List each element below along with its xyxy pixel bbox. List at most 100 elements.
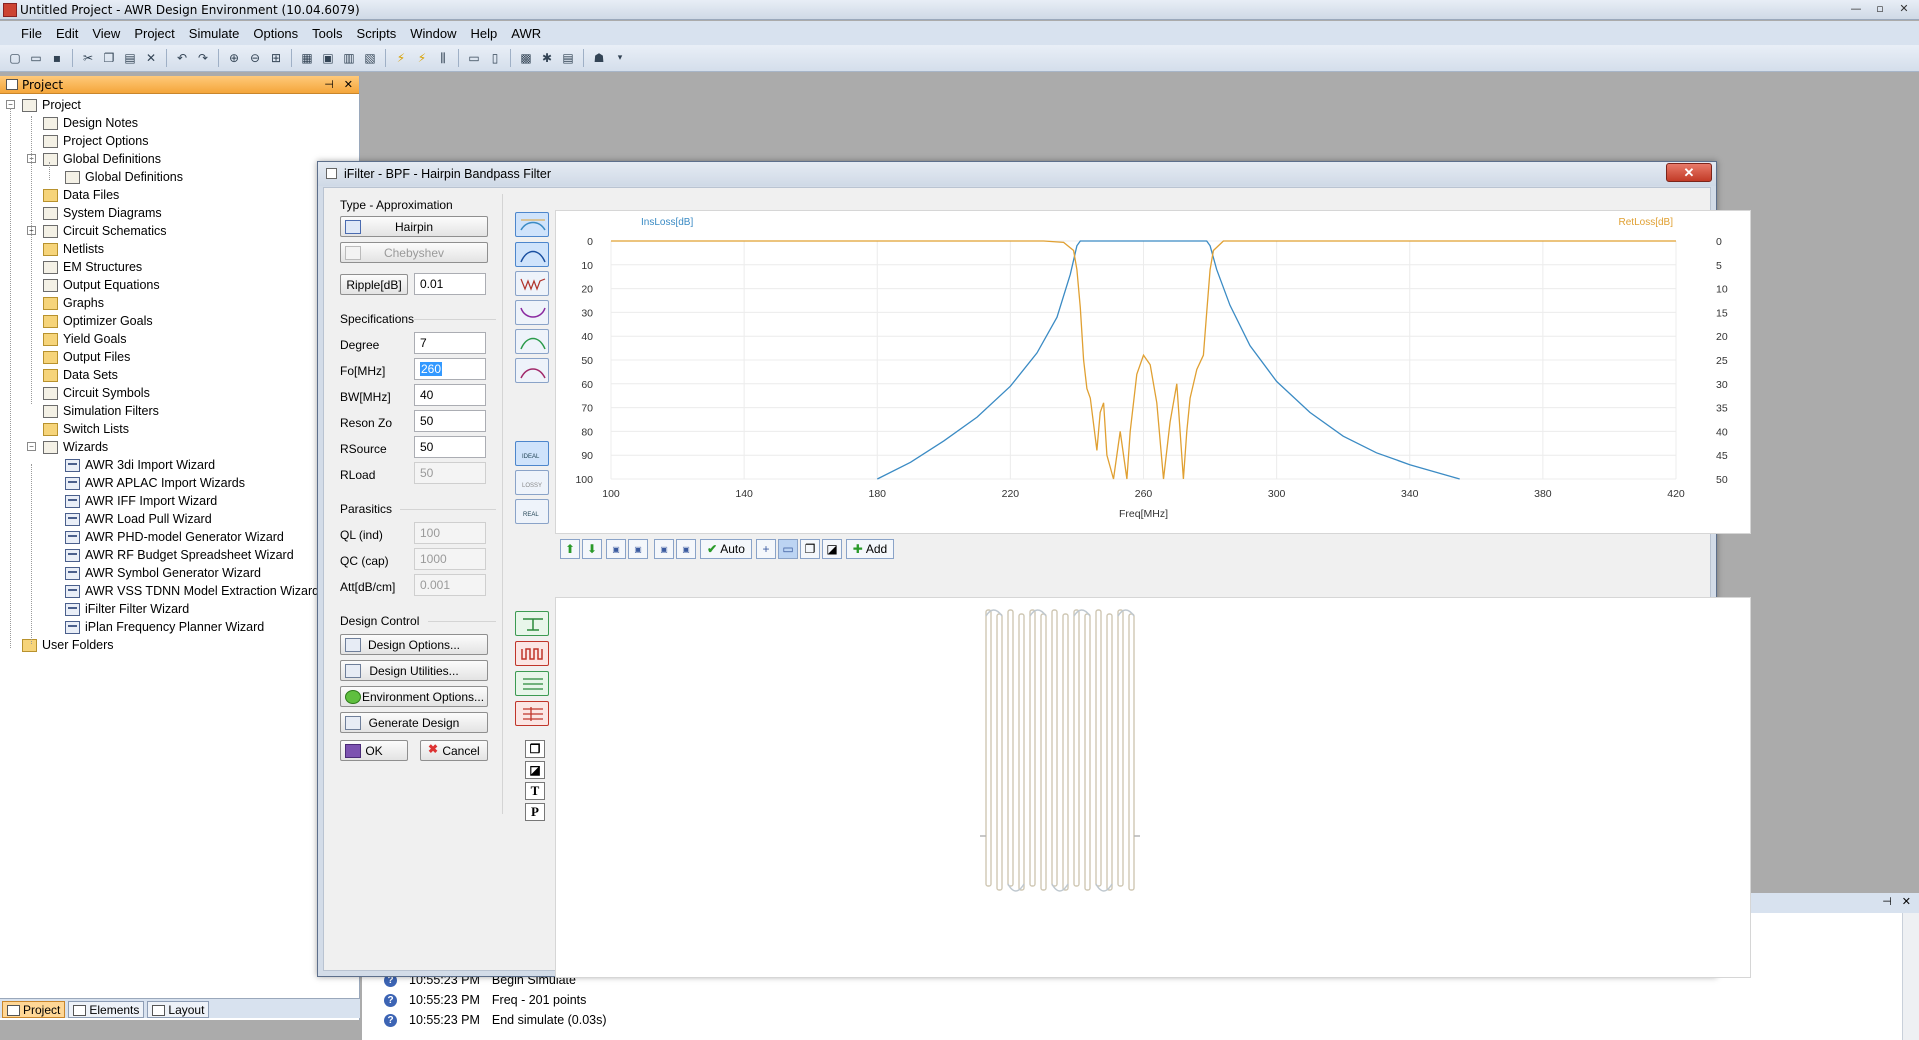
tree-item[interactable]: Global Definitions <box>65 168 183 186</box>
tab-layout[interactable]: Layout <box>147 1001 210 1018</box>
add-schematic-icon[interactable]: ▦ <box>298 49 316 67</box>
insertion-loss-tool[interactable] <box>515 242 549 267</box>
tune-icon[interactable]: ⚡ <box>413 49 431 67</box>
vector-icon[interactable]: ▯ <box>486 49 504 67</box>
simulate-icon[interactable]: ⚡ <box>392 49 410 67</box>
copy-icon[interactable]: ❐ <box>100 49 118 67</box>
smith-tool[interactable] <box>515 358 549 383</box>
phase-button[interactable]: ▣ <box>654 539 674 559</box>
save-icon[interactable]: ▪ <box>48 49 66 67</box>
report-tool[interactable] <box>515 701 549 726</box>
real-model-tool[interactable]: REAL <box>515 499 549 524</box>
auto-scale-button[interactable]: ✔ Auto <box>700 539 752 559</box>
layout-view-icon[interactable]: ▭ <box>465 49 483 67</box>
add-em-icon[interactable]: ▥ <box>340 49 358 67</box>
tree-item[interactable]: AWR APLAC Import Wizards <box>65 474 245 492</box>
tree-item[interactable]: iPlan Frequency Planner Wizard <box>65 618 264 636</box>
add-button[interactable]: ✚ Add <box>846 539 894 559</box>
menu-window[interactable]: Window <box>403 24 463 43</box>
zoom-in-icon[interactable]: ⊕ <box>225 49 243 67</box>
s21-button[interactable]: ▣ <box>628 539 648 559</box>
delete-icon[interactable]: ✕ <box>142 49 160 67</box>
tuner-icon[interactable]: ⫼ <box>434 49 452 67</box>
menu-help[interactable]: Help <box>464 24 505 43</box>
yield-icon[interactable]: ✱ <box>538 49 556 67</box>
zoom-out-icon[interactable]: ⊖ <box>246 49 264 67</box>
tree-item[interactable]: User Folders <box>22 636 114 654</box>
group-delay-tool[interactable] <box>515 300 549 325</box>
tree-item[interactable]: AWR IFF Import Wizard <box>65 492 217 510</box>
open-folder-icon[interactable]: ▭ <box>27 49 45 67</box>
tree-item[interactable]: Wizards <box>43 438 108 456</box>
s11-button[interactable]: ▣ <box>606 539 626 559</box>
menu-edit[interactable]: Edit <box>49 24 85 43</box>
pin-icon[interactable]: ⊣ <box>324 76 334 94</box>
tree-item[interactable]: EM Structures <box>43 258 142 276</box>
variables-icon[interactable]: ▤ <box>559 49 577 67</box>
tree-item[interactable]: Design Notes <box>43 114 138 132</box>
add-system-icon[interactable]: ▣ <box>319 49 337 67</box>
menu-project[interactable]: Project <box>127 24 181 43</box>
log-scrollbar[interactable] <box>1902 913 1919 1040</box>
ideal-model-tool[interactable]: IDEAL <box>515 441 549 466</box>
zoom-box-button[interactable]: ▭ <box>778 539 798 559</box>
menu-tools[interactable]: Tools <box>305 24 349 43</box>
dialog-close-button[interactable]: ✕ <box>1666 163 1712 182</box>
cut-icon[interactable]: ✂ <box>79 49 97 67</box>
tree-item[interactable]: Simulation Filters <box>43 402 159 420</box>
tree-item[interactable]: AWR PHD-model Generator Wizard <box>65 528 284 546</box>
minimize-button[interactable]: — <box>1845 1 1867 18</box>
new-file-icon[interactable]: ▢ <box>6 49 24 67</box>
log-pin-icon[interactable]: ⊣ <box>1882 895 1892 908</box>
layout-options-button[interactable]: ◪ <box>525 761 545 779</box>
tab-elements[interactable]: Elements <box>68 1001 145 1018</box>
tree-item[interactable]: Output Files <box>43 348 130 366</box>
close-icon[interactable]: ✕ <box>344 76 353 94</box>
tree-item[interactable]: Global Definitions <box>43 150 161 168</box>
tree-item[interactable]: Yield Goals <box>43 330 126 348</box>
tree-item[interactable]: Circuit Schematics <box>43 222 167 240</box>
param-tool-button[interactable]: P <box>525 803 545 821</box>
menu-view[interactable]: View <box>85 24 127 43</box>
tree-item[interactable]: AWR Symbol Generator Wizard <box>65 564 261 582</box>
tree-item[interactable]: AWR 3di Import Wizard <box>65 456 215 474</box>
tree-item[interactable]: Switch Lists <box>43 420 129 438</box>
restore-button[interactable]: ▫ <box>1869 1 1891 18</box>
text-tool-button[interactable]: T <box>525 782 545 800</box>
redo-icon[interactable]: ↷ <box>194 49 212 67</box>
tree-item[interactable]: Project <box>22 96 81 114</box>
tree-item[interactable]: Data Files <box>43 186 119 204</box>
marker-down-button[interactable]: ⬇ <box>582 539 602 559</box>
tree-item[interactable]: Circuit Symbols <box>43 384 150 402</box>
tree-item[interactable]: iFilter Filter Wizard <box>65 600 189 618</box>
undo-icon[interactable]: ↶ <box>173 49 191 67</box>
menu-awr[interactable]: AWR <box>504 24 548 43</box>
menu-simulate[interactable]: Simulate <box>182 24 247 43</box>
log-close-icon[interactable]: ✕ <box>1902 895 1911 908</box>
zoom-fit-icon[interactable]: ⊞ <box>267 49 285 67</box>
optimizer-icon[interactable]: ▩ <box>517 49 535 67</box>
menu-options[interactable]: Options <box>246 24 305 43</box>
copy-chart-button[interactable]: ❐ <box>800 539 820 559</box>
tree-item[interactable]: AWR RF Budget Spreadsheet Wizard <box>65 546 294 564</box>
schematic-tool[interactable] <box>515 611 549 636</box>
paste-icon[interactable]: ▤ <box>121 49 139 67</box>
response-overview-tool[interactable] <box>515 212 549 237</box>
tree-item[interactable]: System Diagrams <box>43 204 162 222</box>
add-marker-button[interactable]: + <box>756 539 776 559</box>
tree-item[interactable]: Output Equations <box>43 276 160 294</box>
menu-scripts[interactable]: Scripts <box>350 24 404 43</box>
wizard-icon[interactable]: ☗ <box>590 49 608 67</box>
tree-item[interactable]: AWR VSS TDNN Model Extraction Wizard <box>65 582 319 600</box>
add-graph-icon[interactable]: ▧ <box>361 49 379 67</box>
tree-item[interactable]: Netlists <box>43 240 104 258</box>
tree-expander-icon[interactable]: − <box>27 442 36 451</box>
copy-layout-button[interactable]: ❐ <box>525 740 545 758</box>
group-delay-button[interactable]: ▣ <box>676 539 696 559</box>
tree-item[interactable]: Data Sets <box>43 366 118 384</box>
tab-project[interactable]: Project <box>2 1001 66 1018</box>
menu-file[interactable]: File <box>14 24 49 43</box>
netlist-tool[interactable] <box>515 671 549 696</box>
layout-tool[interactable] <box>515 641 549 666</box>
chart-options-button[interactable]: ◪ <box>822 539 842 559</box>
